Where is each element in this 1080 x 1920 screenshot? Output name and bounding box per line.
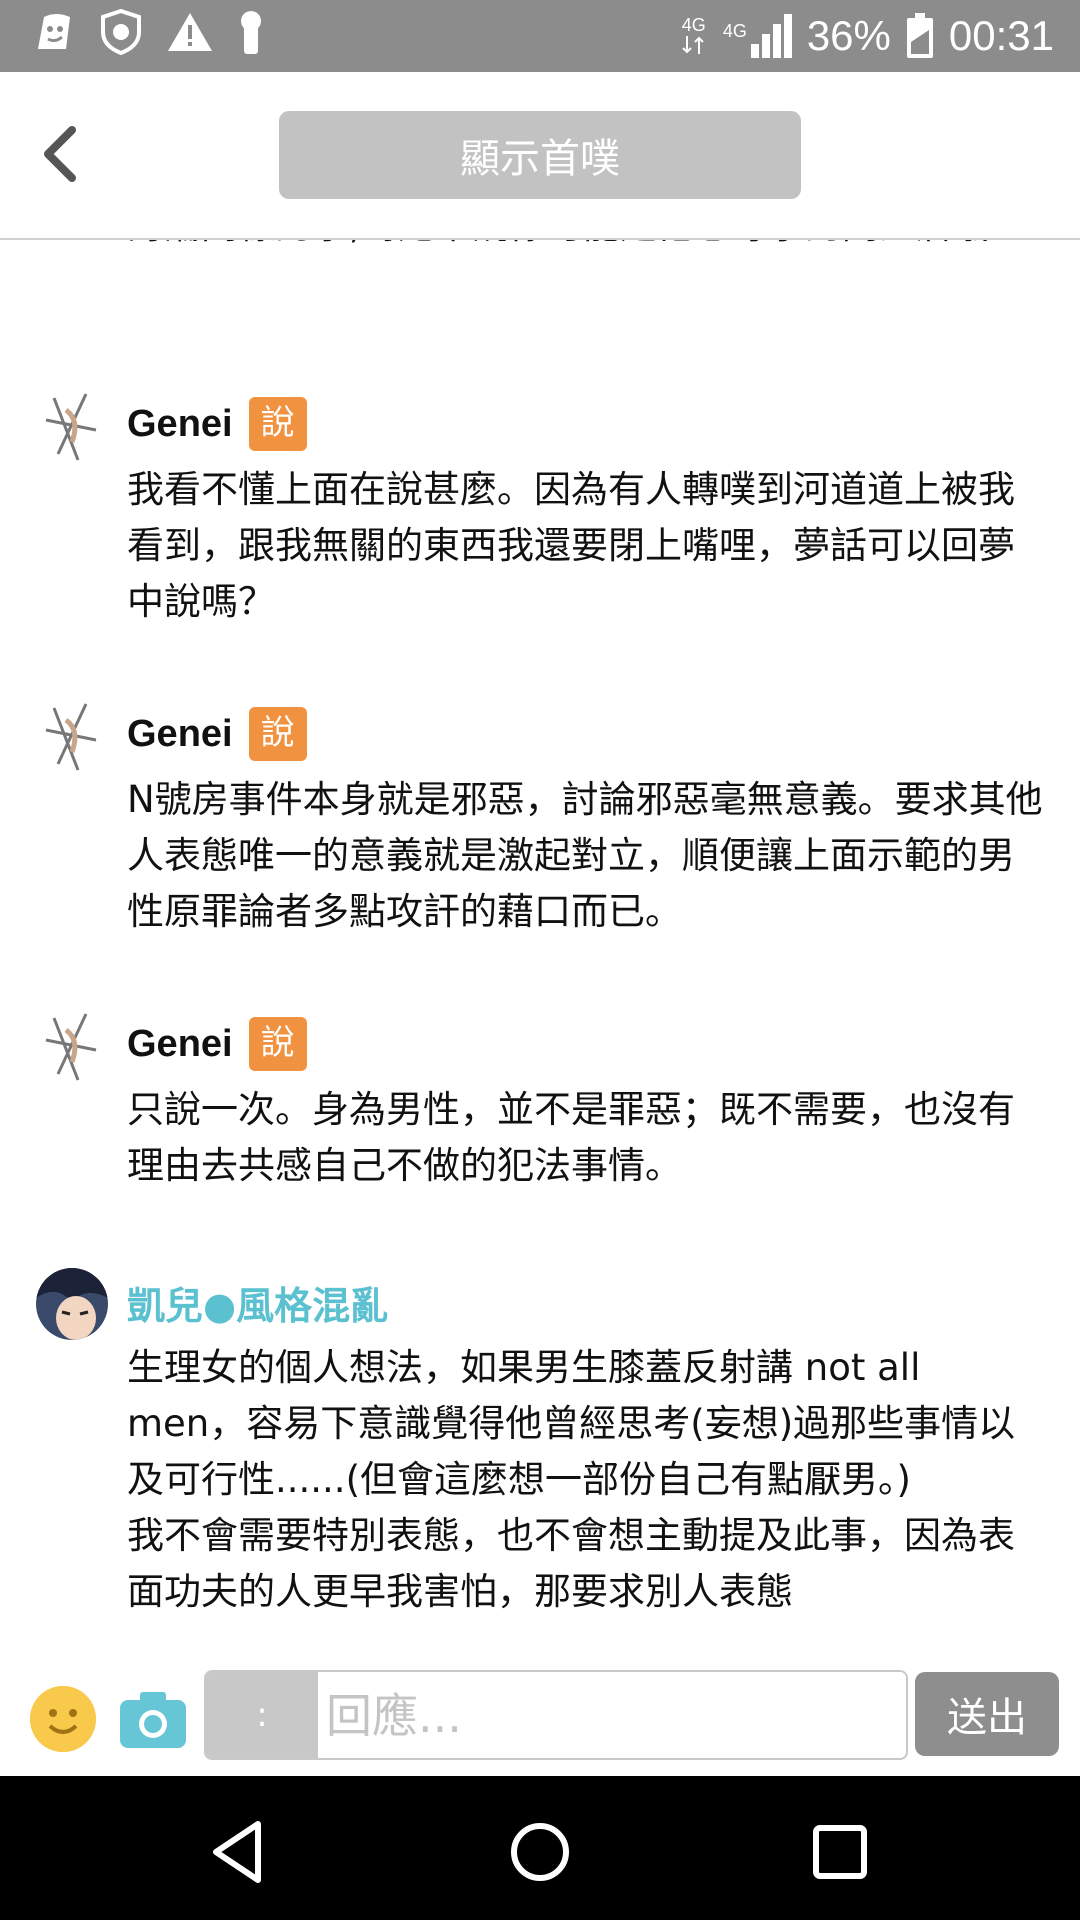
response-text: N號房事件本身就是邪惡，討論邪惡毫無意義。要求其他人表態唯一的意義就是激起對立，…: [127, 778, 1043, 933]
battery-percent: 36%: [806, 12, 891, 59]
clock: 00:31: [948, 12, 1054, 59]
status-icons-left: [30, 8, 266, 56]
avatar[interactable]: [36, 700, 108, 772]
emoticon-button[interactable]: [30, 1686, 96, 1752]
user-name[interactable]: Genei: [127, 1023, 233, 1066]
user-name[interactable]: Genei: [127, 713, 233, 756]
name-row: Genei 說: [127, 396, 307, 452]
partial-response-text: 討論同樣的事,對她來說你可能是他想尋求的同溫層哦XD: [127, 238, 1047, 254]
qualifier-select[interactable]: :: [206, 1672, 318, 1758]
status-bar: 4G 4G 36% 00:31: [0, 0, 1080, 72]
navigation-bar: [0, 1776, 1080, 1920]
camera-button[interactable]: [118, 1688, 188, 1750]
smiley-icon: [30, 1686, 96, 1752]
avatar[interactable]: [36, 1010, 108, 1082]
name-row: Genei 說: [127, 1016, 307, 1072]
send-button[interactable]: 送出: [915, 1672, 1059, 1756]
chevron-left-icon: [44, 126, 76, 182]
avatar[interactable]: [36, 390, 108, 462]
name-row: Genei 說: [127, 706, 307, 762]
status-icons-right: 4G 4G 36% 00:31: [679, 0, 1054, 72]
camera-icon: [120, 1692, 186, 1748]
data-arrows-icon: [682, 36, 704, 54]
keyhole-icon: [236, 8, 266, 56]
back-button[interactable]: [36, 122, 86, 186]
response-text: 我看不懂上面在說甚麼。因為有人轉噗到河道道上被我看到，跟我無關的東西我還要閉上嘴…: [127, 468, 1015, 623]
sketch-avatar-icon: [36, 390, 108, 462]
response-text: 只說一次。身為男性，並不是罪惡；既不需要，也沒有理由去共感自己不做的犯法事情。: [127, 1088, 1015, 1187]
sketch-avatar-icon: [36, 700, 108, 772]
nav-recents-button[interactable]: [800, 1812, 880, 1892]
avatar[interactable]: [36, 1268, 108, 1340]
header: 顯示首噗: [0, 72, 1080, 240]
signal-icon: [750, 14, 792, 58]
nav-back-button[interactable]: [200, 1812, 280, 1892]
network-4g-left: 4G: [679, 16, 709, 56]
home-circle-icon: [511, 1823, 569, 1881]
warning-icon: [166, 10, 214, 54]
battery-icon: [906, 13, 933, 58]
face-icon: [30, 9, 76, 55]
response-feed[interactable]: 討論同樣的事,對她來說你可能是他想尋求的同溫層哦XD Genei 說 我看不懂上…: [0, 238, 1080, 1650]
user-name[interactable]: Genei: [127, 403, 233, 446]
shield-icon: [98, 8, 144, 56]
reply-field: :: [204, 1670, 908, 1760]
user-name[interactable]: 凱兒●風格混亂: [127, 1275, 388, 1330]
nav-home-button[interactable]: [500, 1812, 580, 1892]
reply-bar: : 送出: [0, 1650, 1080, 1776]
anime-avatar-icon: [36, 1268, 108, 1340]
show-first-plurk-button[interactable]: 顯示首噗: [279, 111, 801, 199]
qualifier-badge: 說: [248, 707, 307, 761]
back-triangle-icon: [213, 1821, 261, 1883]
sketch-avatar-icon: [36, 1010, 108, 1082]
name-row: 凱兒●風格混亂: [127, 1274, 388, 1330]
reply-input[interactable]: [324, 1672, 898, 1758]
recents-square-icon: [813, 1825, 867, 1879]
network-4g-right: 4G: [723, 12, 793, 60]
qualifier-badge: 說: [248, 1017, 307, 1071]
qualifier-badge: 說: [248, 397, 307, 451]
response-text: 生理女的個人想法，如果男生膝蓋反射講 not all men，容易下意識覺得他曾…: [127, 1346, 1016, 1613]
